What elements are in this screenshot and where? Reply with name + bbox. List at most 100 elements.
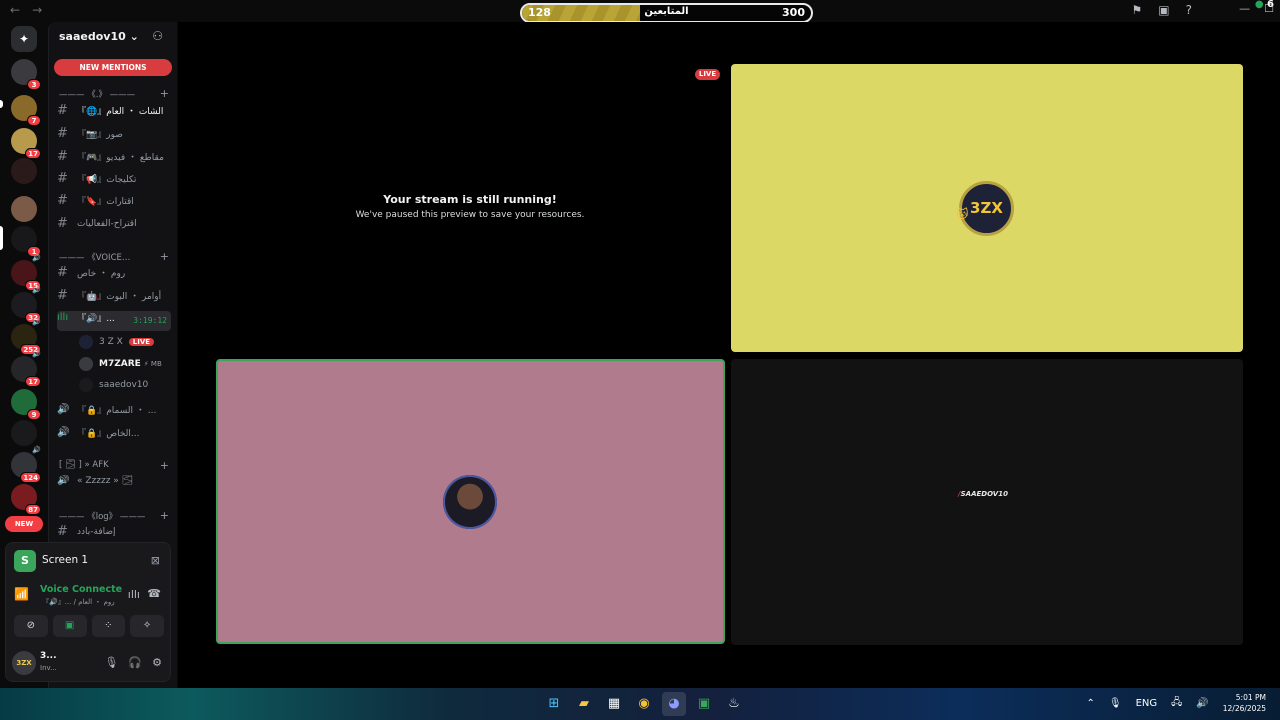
server-icon-5[interactable]	[11, 196, 37, 222]
category-header[interactable]: ——— 《.》 ——— +	[59, 87, 169, 100]
server-icon-14[interactable]: 87	[11, 484, 41, 515]
category-header[interactable]: ——— 《log》 ——— +	[59, 509, 169, 522]
server-badge: 3	[27, 79, 41, 90]
date: 12/26/2025	[1222, 704, 1266, 713]
stop-stream-icon[interactable]: ⊠	[151, 554, 160, 567]
avatar[interactable]: 3ZX	[12, 651, 36, 675]
active-pill	[0, 226, 3, 250]
text-channel[interactable]: # روم ・ خاص	[57, 265, 171, 285]
speaker-icon: 🔊	[32, 350, 41, 358]
voice-channel[interactable]: 🔊 『🔒』الخاص...	[57, 426, 171, 446]
back-arrow-icon[interactable]: ←	[10, 3, 20, 17]
server-icon-6[interactable]: 1	[11, 226, 41, 257]
server-icon-3[interactable]: 17	[11, 128, 41, 159]
settings-gear-icon[interactable]: ⚙	[152, 656, 162, 669]
server-badge: 124	[20, 472, 41, 483]
hash-icon: #	[57, 524, 68, 539]
inbox-flag-icon[interactable]: ⚑	[1132, 3, 1143, 17]
text-channel[interactable]: # 『📷』صور	[57, 126, 171, 146]
home-discord-icon[interactable]: ✦	[11, 26, 37, 52]
voice-member[interactable]: M7ZARE ⚡ MB	[79, 357, 171, 375]
corner-badge-count: 6	[1267, 0, 1274, 10]
cat-icon: 🐱	[956, 207, 969, 221]
server-icon-1[interactable]: 3	[11, 59, 41, 90]
category-header[interactable]: [ 🌫 ] » AFK +	[59, 459, 169, 472]
server-icon-4[interactable]	[11, 158, 37, 184]
minimize-icon[interactable]: —	[1239, 2, 1250, 15]
speaker-icon: 🔊	[57, 475, 70, 486]
channel-name: 『🔒』الخاص...	[77, 429, 140, 439]
server-icon-2[interactable]: 7	[11, 95, 41, 126]
user-controls: 🎙 🎧 ⚙	[104, 656, 162, 669]
text-channel[interactable]: # اقتراح-الفعاليات	[57, 216, 171, 236]
speaker-icon: 🔊	[57, 427, 70, 438]
screen-share-button[interactable]: ▣	[52, 615, 87, 637]
voice-channel-path[interactable]: 『🔊』... / روم ・ العام	[42, 597, 115, 607]
forward-arrow-icon[interactable]: →	[32, 3, 42, 17]
paused-subtitle: We've paused this preview to save your r…	[355, 210, 585, 220]
text-channel[interactable]: # 『🎮』مقاطع ・ فيديو	[57, 149, 171, 169]
add-channel-icon[interactable]: +	[160, 250, 169, 263]
category-header[interactable]: ——— 《VOICE… +	[59, 250, 169, 263]
text-channel[interactable]: # 『🤖』أوامر ・ البوت	[57, 288, 171, 308]
avatar-text: 3ZX	[970, 199, 1003, 217]
microphone-tray-icon[interactable]: 🎙	[1109, 698, 1122, 709]
text-channel[interactable]: # إضافة-بادد	[57, 524, 171, 544]
file-explorer-icon[interactable]: ▰	[572, 692, 596, 716]
soundboard-button[interactable]: ✧	[130, 615, 164, 637]
app-icon[interactable]: ▣	[692, 692, 716, 716]
goal-progress-bar: 128 المتابعين 300	[520, 3, 813, 23]
server-header[interactable]: saaedov10 ⌄	[59, 30, 139, 43]
add-channel-icon[interactable]: +	[160, 87, 169, 100]
disconnect-icon[interactable]: ☎	[147, 587, 161, 600]
server-icon-13[interactable]: 🔊 124	[11, 446, 41, 483]
language-indicator[interactable]: ENG	[1136, 698, 1158, 709]
noise-suppression-icon[interactable]: ıllı	[128, 588, 140, 601]
inbox-icon[interactable]: ▣	[1158, 3, 1169, 17]
channel-name: 『📢』تكليجات	[77, 175, 137, 185]
windows-start-icon[interactable]: ⊞	[542, 692, 566, 716]
invite-user-icon[interactable]: ⚇	[152, 29, 163, 43]
channel-name: 『🔊』...	[77, 314, 115, 324]
add-channel-icon[interactable]: +	[160, 509, 169, 522]
voice-member[interactable]: saaedov10	[79, 378, 171, 396]
speaker-icon: 🔊	[32, 254, 41, 262]
voice-connected-title[interactable]: Voice Connecte	[40, 584, 122, 595]
voice-member[interactable]: 3 Z X LIVE	[79, 335, 171, 353]
server-icon-9[interactable]: 🔊 252	[11, 318, 41, 355]
text-channel[interactable]: # 『🔖』اقتارات	[57, 193, 171, 213]
volume-icon[interactable]: 🔊	[1196, 698, 1208, 709]
network-icon[interactable]: 🖧	[1171, 695, 1182, 712]
chrome-icon[interactable]: ◉	[632, 692, 656, 716]
server-icon-11[interactable]: 9	[11, 389, 41, 420]
microphone-icon[interactable]: 🎙	[104, 656, 118, 669]
voice-channel[interactable]: 🔊 « Zzzzz » 🌫	[57, 475, 171, 495]
hash-icon: #	[57, 171, 68, 186]
steam-icon[interactable]: ♨	[722, 692, 746, 716]
voice-channel[interactable]: 🔊 『🔒』السمام ・ ...	[57, 403, 171, 423]
text-channel[interactable]: # 『📢』تكليجات	[57, 171, 171, 191]
headphones-icon[interactable]: 🎧	[128, 656, 142, 669]
text-channel[interactable]: # 『🌐』الشات ・ العام	[57, 103, 171, 123]
chevron-up-icon[interactable]: ⌃	[1087, 698, 1095, 709]
voice-channel-active[interactable]: ıllı 『🔊』... 3:19:12	[57, 311, 171, 331]
user-name[interactable]: 3...	[40, 651, 57, 661]
server-icon-8[interactable]: 🔊 32	[11, 286, 41, 323]
help-icon[interactable]: ?	[1186, 3, 1192, 17]
new-unreads-pill[interactable]: NEW	[5, 516, 43, 532]
hash-icon: #	[57, 126, 68, 141]
signal-icon[interactable]: 📶	[14, 587, 29, 601]
member-name: 3 Z X	[99, 337, 123, 347]
clock[interactable]: 5:01 PM 12/26/2025	[1223, 692, 1266, 714]
hash-icon: #	[57, 103, 68, 118]
server-icon-7[interactable]: 🔊 15	[11, 254, 41, 291]
activities-button[interactable]: ⁘	[91, 615, 126, 637]
add-channel-icon[interactable]: +	[160, 459, 169, 472]
camera-off-button[interactable]: ⊘	[14, 615, 48, 637]
server-icon-12[interactable]	[11, 420, 37, 446]
server-icon-10[interactable]: 🔊 17	[11, 350, 41, 387]
new-mentions-button[interactable]: NEW MENTIONS	[54, 59, 172, 76]
store-icon[interactable]: ▦	[602, 692, 626, 716]
voice-wave-icon: ıllı	[57, 312, 69, 323]
discord-taskbar-icon[interactable]: ◕	[662, 692, 686, 716]
